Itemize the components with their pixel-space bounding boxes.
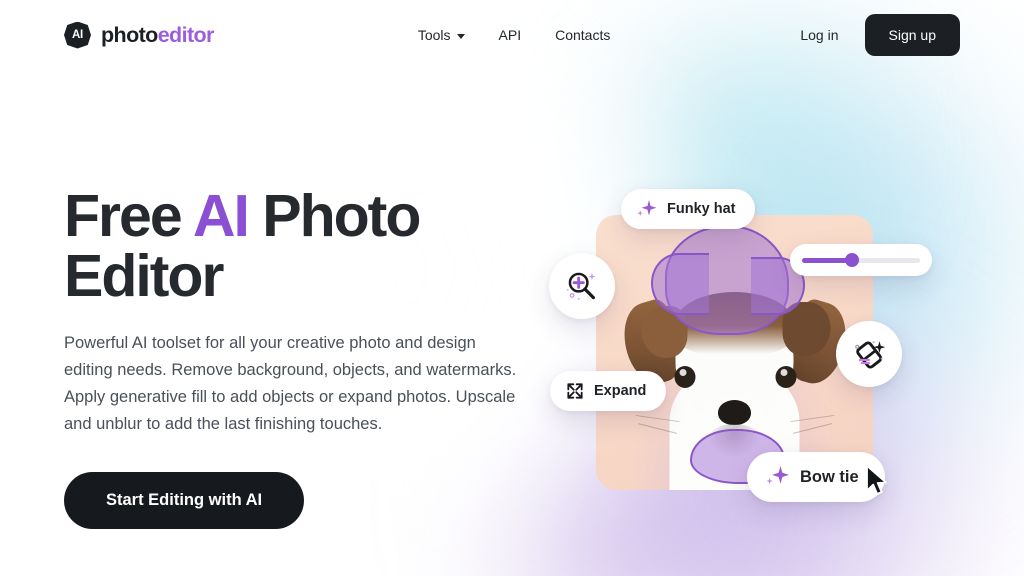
header-actions: Log in Sign up <box>800 14 960 56</box>
hero-visual: Funky hat Expand Bow tie <box>520 60 1024 576</box>
logo-word-photo: photo <box>101 22 158 47</box>
chip-expand-label: Expand <box>594 383 647 399</box>
logo-word-editor: editor <box>157 22 215 47</box>
nav-item-tools[interactable]: Tools <box>418 27 465 43</box>
start-editing-button[interactable]: Start Editing with AI <box>64 472 305 530</box>
logo-wordmark: photoeditor <box>101 23 214 48</box>
page-title: Free AI Photo Editor <box>64 186 534 306</box>
hero-copy: Free AI Photo Editor Powerful AI toolset… <box>64 186 534 530</box>
dog-eye-right <box>775 366 796 388</box>
magic-eraser-icon <box>855 341 886 369</box>
chevron-down-icon <box>456 33 465 39</box>
mouse-cursor-icon <box>866 465 887 495</box>
logo[interactable]: AI photoeditor <box>64 21 214 49</box>
nav-item-api[interactable]: API <box>499 27 522 43</box>
sparkle-icon <box>766 466 789 485</box>
chip-bow-tie-label: Bow tie <box>800 467 859 486</box>
signup-button[interactable]: Sign up <box>864 14 960 56</box>
dog-eye-left <box>674 366 695 388</box>
hat-selection-region[interactable] <box>651 225 805 335</box>
chip-expand[interactable]: Expand <box>550 371 667 411</box>
landing-page: AI photoeditor Tools API Contacts Log in… <box>0 0 1024 576</box>
magnifier-plus-icon <box>566 272 596 300</box>
chip-funky-hat-label: Funky hat <box>667 201 736 217</box>
adjust-slider[interactable] <box>790 244 932 276</box>
magic-eraser-button[interactable] <box>836 321 902 387</box>
chip-funky-hat[interactable]: Funky hat <box>621 189 756 229</box>
headline-part-1: Free <box>64 183 193 249</box>
slider-track[interactable] <box>802 253 920 267</box>
logo-mark-icon: AI <box>64 21 91 49</box>
nav-item-api-label: API <box>498 27 522 43</box>
expand-arrows-icon <box>567 383 583 399</box>
nav-item-contacts-label: Contacts <box>555 27 611 43</box>
nav-item-contacts[interactable]: Contacts <box>555 27 610 43</box>
sparkle-icon <box>637 200 657 216</box>
headline-accent: AI <box>192 183 250 249</box>
upscale-tool-button[interactable] <box>549 253 615 319</box>
logo-mark-text: AI <box>71 29 84 41</box>
nav-item-tools-label: Tools <box>417 27 451 43</box>
login-link[interactable]: Log in <box>800 27 838 43</box>
hero-description: Powerful AI toolset for all your creativ… <box>64 334 517 433</box>
dog-nose <box>718 400 751 425</box>
main-nav: Tools API Contacts <box>418 27 611 43</box>
slider-thumb[interactable] <box>844 253 859 267</box>
site-header: AI photoeditor Tools API Contacts Log in… <box>0 0 1024 70</box>
